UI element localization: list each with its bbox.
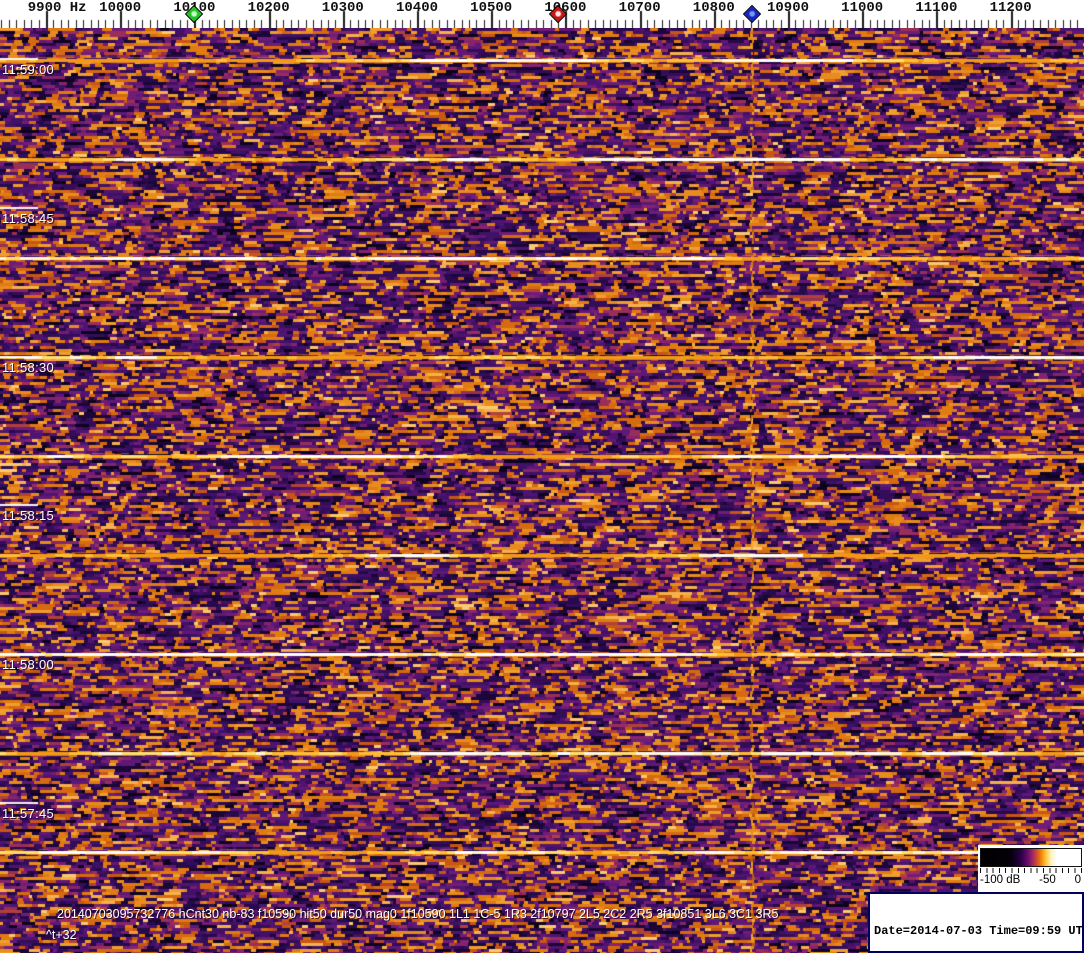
freq-tick-label: 11200 (989, 0, 1032, 16)
freq-tick-label: 10200 (247, 0, 290, 16)
color-scale-ticks (980, 868, 1082, 873)
time-tick-label: 11:58:30 (2, 360, 55, 375)
time-tick-label: 11:58:00 (2, 657, 55, 672)
legend-label-mid: -50 (1039, 874, 1056, 886)
freq-tick-label: 10900 (766, 0, 810, 16)
freq-tick-label: 10000 (99, 0, 142, 16)
detection-annotation: 20140703095732776 hCnt30 nb-83 f10590 hi… (57, 907, 779, 921)
freq-tick-label: 10500 (470, 0, 513, 16)
color-gradient-bar (980, 848, 1082, 867)
time-tick-label: 11:58:45 (2, 211, 55, 226)
freq-tick-label: 11000 (841, 0, 884, 16)
freq-tick-label: 9900 Hz (27, 0, 87, 16)
spectrogram-window: 9900 Hz100001010010200103001040010500106… (0, 0, 1084, 953)
status-info-box: Date=2014-07-03 Time=09:59 UTC Freq=143 … (868, 892, 1084, 953)
freq-tick-label: 10300 (321, 0, 364, 16)
freq-tick-label: 11100 (915, 0, 958, 16)
freq-tick-label: 10400 (395, 0, 439, 16)
frequency-axis: 9900 Hz100001010010200103001040010500106… (0, 0, 1084, 28)
time-tick-label: 11:57:45 (2, 806, 55, 821)
legend-label-min: -100 dB (980, 874, 1021, 886)
spectrogram-canvas (0, 28, 1084, 953)
color-scale-labels: -100 dB -50 0 (980, 874, 1081, 886)
time-tick-label: 11:58:15 (2, 508, 55, 523)
legend-label-max: 0 (1074, 874, 1081, 886)
db-color-scale: -100 dB -50 0 (978, 845, 1084, 892)
time-tick-label: 11:59:00 (2, 62, 55, 77)
freq-tick-label: 10700 (618, 0, 661, 16)
time-offset-note: ^t+32 (46, 928, 77, 942)
info-date-time: Date=2014-07-03 Time=09:59 UTC (874, 924, 1084, 938)
freq-tick-label: 10800 (692, 0, 735, 16)
